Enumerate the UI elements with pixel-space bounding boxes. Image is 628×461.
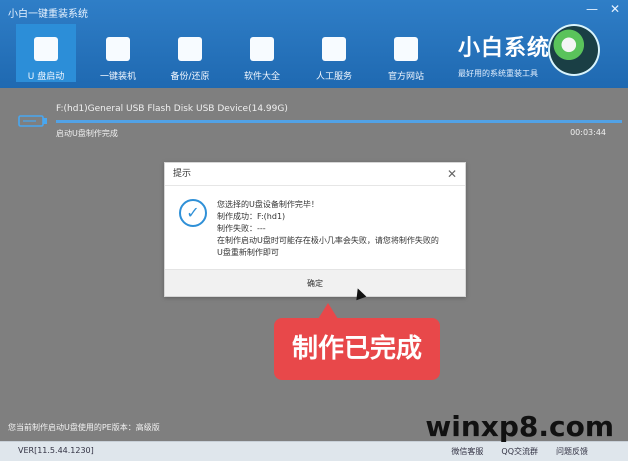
nav-usb[interactable]: U 盘启动 [16,24,76,82]
window-title: 小白一键重装系统 [8,9,88,20]
watermark: winxp8.com [425,410,614,443]
callout-arrow-icon [318,303,338,319]
wechat-support-link[interactable]: 微信客服 [451,446,483,457]
completion-dialog: 提示 ✕ ✓ 您选择的U盘设备制作完毕！ 制作成功：F:(hd1) 制作失败：-… [164,162,466,297]
usb-drive-icon [18,115,47,127]
person-icon [322,37,346,61]
pe-version-info: 您当前制作启动U盘使用的PE版本：高级版 [8,423,160,432]
status-text: 启动U盘制作完成 [56,129,118,138]
windows-icon [106,37,130,61]
usb-icon [34,37,58,61]
nav-service[interactable]: 人工服务 [304,24,364,82]
nav-website[interactable]: 官方网站 [376,24,436,82]
progress-bar [56,120,622,123]
footer-links: 微信客服 QQ交流群 问题反馈 [451,446,588,457]
device-name: F:(hd1)General USB Flash Disk USB Device… [56,104,288,114]
status-footer: VER[11.5.44.1230] 微信客服 QQ交流群 问题反馈 [0,441,628,461]
dialog-footer: 确定 [165,269,465,296]
close-icon[interactable]: ✕ [610,2,620,16]
device-row: F:(hd1)General USB Flash Disk USB Device… [10,102,622,154]
dialog-message: 您选择的U盘设备制作完毕！ 制作成功：F:(hd1) 制作失败：--- 在制作启… [217,200,439,257]
success-check-icon: ✓ [179,199,207,227]
globe-icon [394,37,418,61]
elapsed-time: 00:03:44 [570,128,606,137]
dialog-close-icon[interactable]: ✕ [447,167,457,181]
database-icon [178,37,202,61]
completion-callout: 制作已完成 [274,318,440,380]
app-logo [548,24,600,76]
grid-icon [250,37,274,61]
nav-backup[interactable]: 备份/还原 [160,24,220,82]
app-header: 小白一键重装系统 — ✕ U 盘启动 一键装机 备份/还原 软件大全 人工服务 … [0,0,628,88]
window-controls: — ✕ [586,2,620,16]
dialog-title: 提示 [165,163,465,186]
nav-software[interactable]: 软件大全 [232,24,292,82]
qq-group-link[interactable]: QQ交流群 [501,446,538,457]
nav-install[interactable]: 一键装机 [88,24,148,82]
ok-button[interactable]: 确定 [165,270,465,296]
feedback-link[interactable]: 问题反馈 [556,446,588,457]
minimize-icon[interactable]: — [586,2,598,16]
version-label: VER[11.5.44.1230] [18,446,94,455]
main-nav: U 盘启动 一键装机 备份/还原 软件大全 人工服务 官方网站 [16,24,436,82]
